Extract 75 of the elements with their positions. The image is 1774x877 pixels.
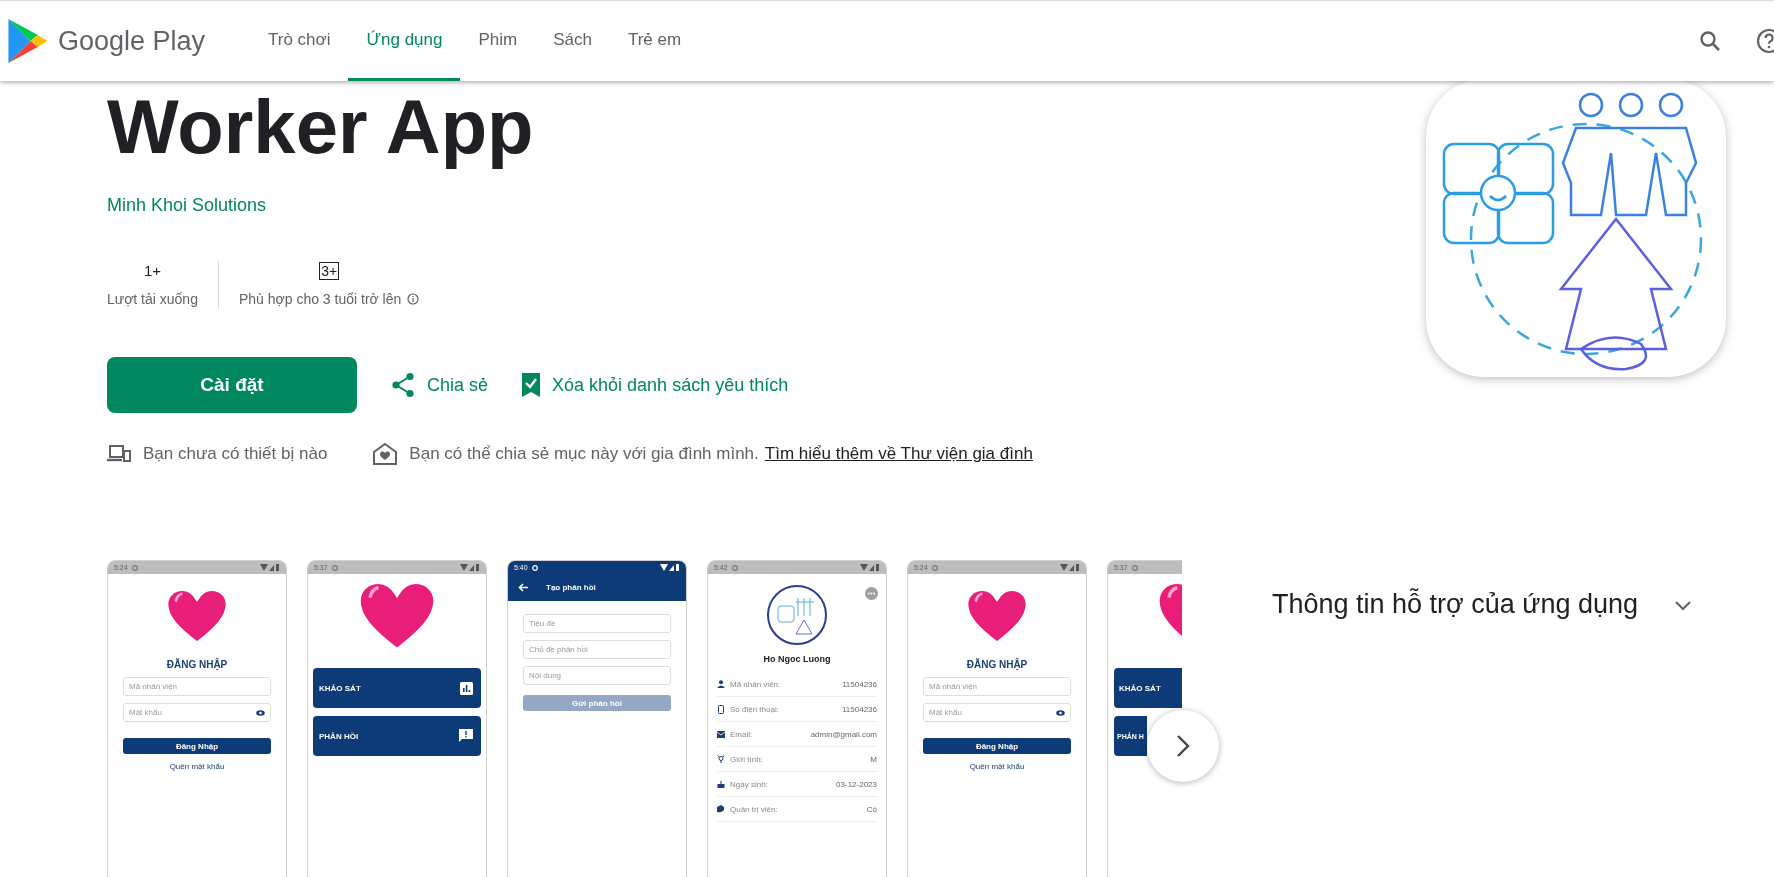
share-button[interactable]: Chia sẻ <box>391 372 489 398</box>
field-value: 11504236 <box>842 679 877 689</box>
notification-icon <box>731 564 738 571</box>
stat-value: 1+ <box>143 262 162 279</box>
person-icon <box>717 680 725 688</box>
status-icons-drawing <box>260 564 280 571</box>
mail-icon <box>717 730 725 738</box>
notification-icon <box>531 564 538 571</box>
gender-icon <box>717 755 725 763</box>
stat-label: Lượt tải xuống <box>107 290 198 309</box>
field-label: Giới tính: <box>730 754 763 764</box>
menu-tile[interactable]: KHẢO SÁT <box>1114 668 1182 708</box>
status-icons-drawing <box>660 564 680 571</box>
forgot-password-link[interactable]: Quên mật khẩu <box>169 762 225 771</box>
age-rating-badge: 3+ <box>319 262 340 280</box>
stat-label: Phù hợp cho 3 tuổi trở lên <box>238 290 402 309</box>
search-icon[interactable] <box>1698 29 1722 53</box>
chevron-right-icon <box>1176 734 1190 758</box>
field-value: 03-12-2023 <box>836 779 877 789</box>
profile-name: Ho Ngoc Luong <box>763 654 831 664</box>
bookmark-check-icon <box>522 373 541 397</box>
eye-icon[interactable] <box>256 709 265 716</box>
section-heading[interactable]: Thông tin hỗ trợ của ứng dụng <box>1272 587 1639 621</box>
brand-name[interactable]: Google Play <box>58 25 206 57</box>
app-title: Worker App <box>107 83 534 171</box>
nav-tab[interactable]: Trẻ em <box>609 1 700 81</box>
avatar-icon <box>766 584 828 646</box>
notice-text: Bạn có thể chia sẻ mục này với gia đình mình. <box>409 444 759 464</box>
notification-icon <box>931 564 938 571</box>
status-icons-drawing <box>460 564 480 571</box>
back-arrow-icon[interactable] <box>518 583 528 592</box>
field-label: Email: <box>730 729 753 739</box>
install-button[interactable]: Cài đặt <box>107 357 357 413</box>
status-icons-drawing <box>860 564 880 571</box>
field-label: Ngày sinh: <box>730 779 768 789</box>
field-label: Số điện thoại: <box>730 704 779 714</box>
login-heading: ĐĂNG NHẬP <box>966 659 1028 670</box>
nav-tab[interactable]: Ứng dụng <box>348 1 461 81</box>
notification-icon <box>1131 564 1138 571</box>
menu-tile[interactable]: PHẢN HỒI <box>313 716 481 756</box>
notification-icon <box>331 564 338 571</box>
notice-text: Bạn chưa có thiết bị nào <box>143 444 328 464</box>
learn-more-link[interactable]: Tìm hiểu thêm về Thư viện gia đình <box>764 444 1033 464</box>
notification-icon <box>131 564 138 571</box>
field-value: 11504236 <box>842 704 877 714</box>
phone-icon <box>717 704 725 714</box>
chart-icon <box>460 681 473 695</box>
eye-icon[interactable] <box>1056 709 1065 716</box>
field-value: Có <box>866 804 877 814</box>
field-value: M <box>870 754 877 764</box>
field-value: admin@gmail.com <box>810 729 877 739</box>
developer-link[interactable]: Minh Khoi Solutions <box>107 193 267 217</box>
wishlist-button[interactable]: Xóa khỏi danh sách yêu thích <box>522 373 789 397</box>
devices-icon <box>107 444 131 464</box>
login-button[interactable]: Đăng Nhập <box>123 738 271 754</box>
field-label: Quản trị viên: <box>730 804 778 814</box>
message-icon <box>459 729 473 743</box>
more-options-icon[interactable] <box>865 587 878 600</box>
share-icon <box>391 372 415 398</box>
cake-icon <box>717 780 725 788</box>
screen-title: Tạo phản hồi <box>546 583 596 592</box>
nav-tab[interactable]: Trò chơi <box>250 1 349 81</box>
status-icons-drawing <box>1060 564 1080 571</box>
nav-tab[interactable]: Phim <box>460 1 536 81</box>
forgot-password-link[interactable]: Quên mật khẩu <box>969 762 1025 771</box>
admin-icon <box>717 805 725 813</box>
field-label: Mã nhân viên: <box>730 679 781 689</box>
play-logo-icon[interactable] <box>8 19 48 63</box>
login-button[interactable]: Đăng Nhập <box>923 738 1071 754</box>
family-home-icon <box>373 443 398 465</box>
menu-tile[interactable]: KHẢO SÁT <box>313 668 481 708</box>
info-icon[interactable] <box>407 293 420 305</box>
nav-tab[interactable]: Sách <box>535 1 610 81</box>
expand-icon[interactable] <box>1674 599 1693 611</box>
login-heading: ĐĂNG NHẬP <box>166 659 228 670</box>
